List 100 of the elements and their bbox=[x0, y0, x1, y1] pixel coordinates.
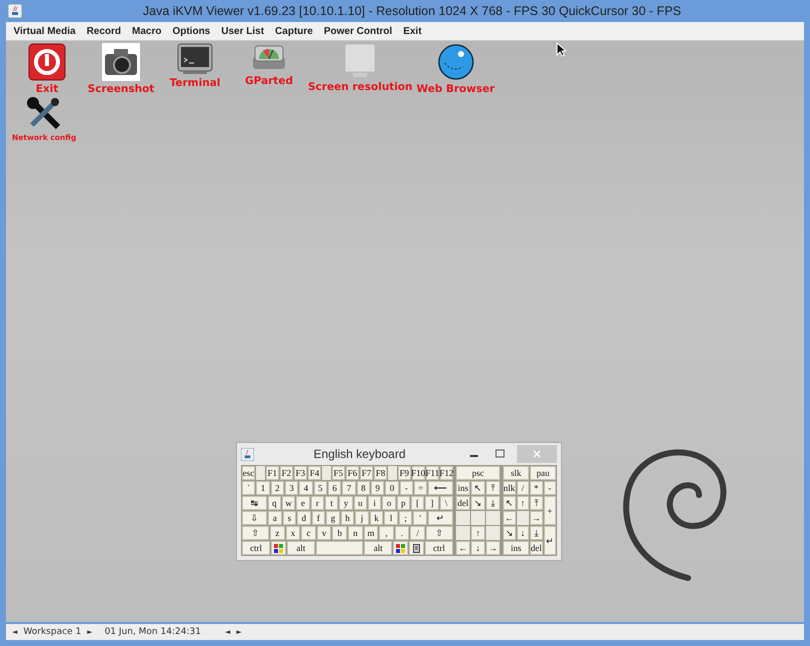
keyboard-key[interactable]: F12 bbox=[440, 466, 453, 480]
keyboard-key[interactable]: psc bbox=[456, 466, 500, 480]
keyboard-key[interactable]: ctrl bbox=[425, 541, 454, 555]
keyboard-key[interactable]: ⤒ bbox=[486, 481, 500, 495]
keyboard-key[interactable]: \ bbox=[440, 496, 453, 510]
keyboard-key[interactable]: ↖ bbox=[471, 481, 485, 495]
keyboard-key[interactable]: ; bbox=[398, 511, 412, 525]
windows-key[interactable] bbox=[393, 541, 408, 555]
power-icon[interactable] bbox=[28, 43, 66, 81]
maximize-icon[interactable] bbox=[495, 449, 505, 459]
keyboard-key[interactable]: del bbox=[456, 496, 470, 510]
keyboard-key[interactable]: ↓ bbox=[471, 541, 485, 555]
keyboard-key[interactable]: ⇩ bbox=[242, 511, 268, 525]
keyboard-key[interactable]: ⤒ bbox=[530, 496, 542, 510]
keyboard-key[interactable]: 7 bbox=[342, 481, 356, 495]
keyboard-key[interactable]: r bbox=[310, 496, 324, 510]
keyboard-key[interactable]: ↘ bbox=[503, 526, 516, 540]
keyboard-key[interactable]: F1 bbox=[266, 466, 279, 480]
keyboard-key[interactable]: p bbox=[396, 496, 410, 510]
keyboard-key[interactable]: ctrl bbox=[242, 541, 270, 555]
keyboard-key[interactable]: j bbox=[355, 511, 369, 525]
keyboard-key[interactable]: 1 bbox=[256, 481, 270, 495]
keyboard-key[interactable]: ↵ bbox=[544, 526, 556, 555]
menu-key[interactable] bbox=[409, 541, 424, 555]
keyboard-key[interactable]: F9 bbox=[398, 466, 411, 480]
keyboard-key[interactable]: ⤓ bbox=[530, 526, 542, 540]
keyboard-key[interactable]: ↑ bbox=[471, 526, 485, 540]
menu-item[interactable]: Record bbox=[81, 26, 127, 36]
keyboard-key[interactable]: ' bbox=[413, 511, 427, 525]
keyboard-key[interactable]: ↓ bbox=[516, 526, 529, 540]
keyboard-key[interactable]: alt bbox=[364, 541, 392, 555]
menu-item[interactable]: Options bbox=[166, 26, 216, 36]
menu-item[interactable]: Exit bbox=[398, 26, 428, 36]
keyboard-key[interactable]: ⟵ bbox=[428, 481, 453, 495]
keyboard-key[interactable]: y bbox=[339, 496, 353, 510]
keyboard-key[interactable]: [ bbox=[410, 496, 424, 510]
keyboard-key[interactable]: / bbox=[410, 526, 425, 540]
keyboard-key[interactable]: F8 bbox=[374, 466, 388, 480]
keyboard-key[interactable]: 3 bbox=[284, 481, 298, 495]
keyboard-key[interactable]: f bbox=[312, 511, 326, 525]
keyboard-key[interactable]: t bbox=[324, 496, 338, 510]
keyboard-key[interactable]: ⇧ bbox=[426, 526, 454, 540]
keyboard-key[interactable]: 9 bbox=[370, 481, 384, 495]
keyboard-key[interactable]: F3 bbox=[294, 466, 307, 480]
keyboard-key[interactable]: m bbox=[364, 526, 378, 540]
keyboard-key[interactable]: ← bbox=[456, 541, 470, 555]
keyboard-key[interactable]: 4 bbox=[299, 481, 313, 495]
keyboard-key[interactable]: q bbox=[268, 496, 281, 510]
keyboard-key[interactable]: x bbox=[286, 526, 300, 540]
keyboard-key[interactable]: 6 bbox=[328, 481, 342, 495]
keyboard-key[interactable]: / bbox=[516, 481, 529, 495]
keyboard-key[interactable]: esc bbox=[242, 466, 256, 480]
keyboard-key[interactable]: b bbox=[332, 526, 348, 540]
keyboard-key[interactable]: * bbox=[530, 481, 542, 495]
menu-item[interactable]: User List bbox=[216, 26, 270, 36]
keyboard-key[interactable]: 8 bbox=[356, 481, 370, 495]
keyboard-key[interactable]: F7 bbox=[360, 466, 373, 480]
keyboard-key[interactable]: ] bbox=[425, 496, 439, 510]
keyboard-key[interactable]: v bbox=[316, 526, 332, 540]
keyboard-key[interactable]: d bbox=[297, 511, 311, 525]
keyboard-key[interactable]: n bbox=[348, 526, 363, 540]
keyboard-key[interactable]: F2 bbox=[280, 466, 293, 480]
menu-item[interactable]: Capture bbox=[270, 26, 318, 36]
keyboard-key[interactable]: a bbox=[268, 511, 282, 525]
keyboard-key[interactable]: u bbox=[354, 496, 367, 510]
keyboard-key[interactable]: = bbox=[414, 481, 428, 495]
keyboard-key[interactable]: g bbox=[326, 511, 340, 525]
keyboard-key[interactable]: o bbox=[382, 496, 396, 510]
camera-icon[interactable] bbox=[102, 43, 140, 81]
keyboard-key[interactable]: F4 bbox=[308, 466, 322, 480]
keyboard-key[interactable]: ↑ bbox=[516, 496, 529, 510]
menu-item[interactable]: Virtual Media bbox=[8, 26, 82, 36]
windows-key[interactable] bbox=[270, 541, 286, 555]
menu-item[interactable]: Power Control bbox=[318, 26, 398, 36]
keyboard-key[interactable]: pau bbox=[530, 466, 556, 480]
keyboard-key[interactable]: ⇧ bbox=[242, 526, 270, 540]
keyboard-key[interactable]: l bbox=[384, 511, 398, 525]
keyboard-key[interactable]: ↖ bbox=[503, 496, 516, 510]
keyboard-key[interactable]: ↹ bbox=[242, 496, 267, 510]
keyboard-key[interactable]: → bbox=[486, 541, 500, 555]
keyboard-key[interactable]: F10 bbox=[412, 466, 425, 480]
keyboard-key[interactable]: F11 bbox=[426, 466, 439, 480]
keyboard-key[interactable]: ↘ bbox=[471, 496, 485, 510]
keyboard-key[interactable]: - bbox=[400, 481, 413, 495]
menu-item[interactable]: Macro bbox=[126, 26, 167, 36]
keyboard-key[interactable]: slk bbox=[503, 466, 529, 480]
keyboard-key[interactable]: ins bbox=[503, 541, 529, 555]
keyboard-key[interactable]: k bbox=[370, 511, 384, 525]
keyboard-key[interactable]: alt bbox=[286, 541, 315, 555]
keyboard-key[interactable]: del bbox=[530, 541, 542, 555]
keyboard-key[interactable]: ← bbox=[503, 511, 516, 525]
keyboard-key[interactable]: - bbox=[544, 481, 556, 495]
keyboard-key[interactable]: F6 bbox=[346, 466, 359, 480]
keyboard-key[interactable]: 0 bbox=[385, 481, 399, 495]
keyboard-key[interactable]: + bbox=[544, 496, 556, 525]
keyboard-key[interactable]: . bbox=[394, 526, 410, 540]
keyboard-key[interactable]: 5 bbox=[314, 481, 327, 495]
keyboard-key[interactable]: z bbox=[270, 526, 285, 540]
space-key[interactable] bbox=[316, 541, 364, 555]
keyboard-key[interactable]: 2 bbox=[270, 481, 284, 495]
